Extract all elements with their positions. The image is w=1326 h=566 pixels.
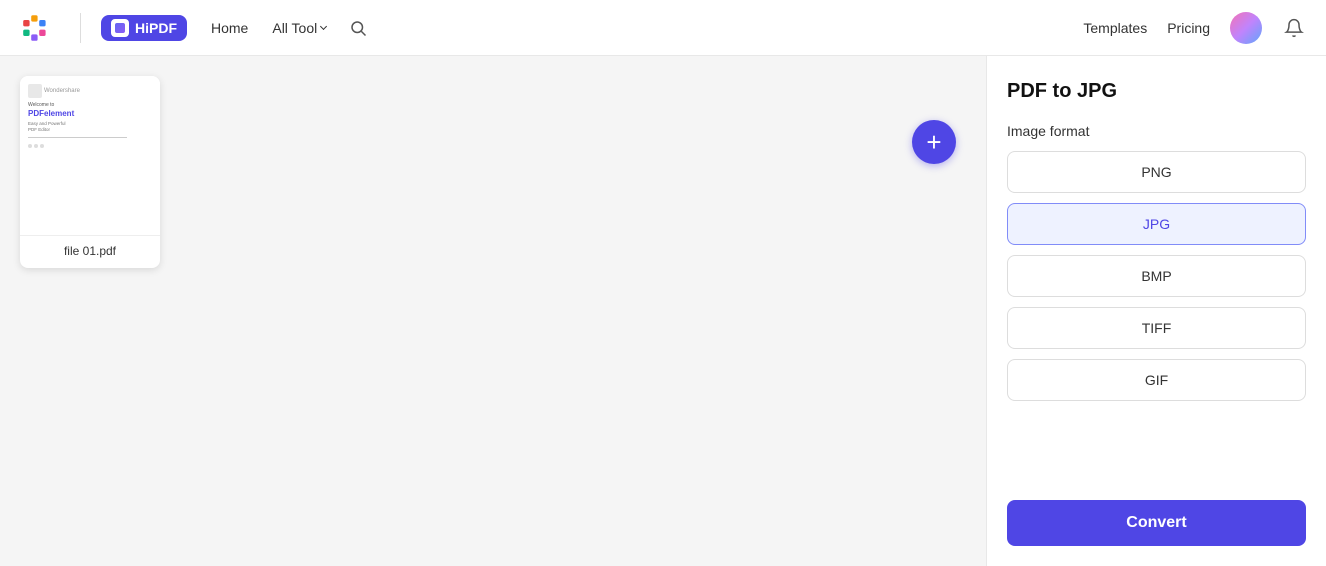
all-tool-dropdown-icon bbox=[320, 23, 327, 30]
format-png[interactable]: PNG bbox=[1007, 151, 1306, 193]
convert-button[interactable]: Convert bbox=[1007, 500, 1306, 546]
preview-logo: Wondershare bbox=[28, 84, 80, 98]
format-bmp[interactable]: BMP bbox=[1007, 255, 1306, 297]
app-header: HiPDF Home All Tool Templates Pricing bbox=[0, 0, 1326, 56]
header-divider bbox=[80, 13, 81, 43]
preview-dot bbox=[40, 144, 44, 148]
format-tiff[interactable]: TIFF bbox=[1007, 307, 1306, 349]
add-file-button[interactable]: + bbox=[912, 120, 956, 164]
panel-title: PDF to JPG bbox=[1007, 80, 1306, 103]
wondershare-logo bbox=[20, 12, 60, 44]
upload-area: Wondershare Welcome to PDFelement Easy a… bbox=[0, 56, 986, 566]
right-panel: PDF to JPG Image format PNG JPG BMP TIFF… bbox=[986, 56, 1326, 566]
preview-product: PDFelement bbox=[28, 109, 74, 118]
main-content: Wondershare Welcome to PDFelement Easy a… bbox=[0, 56, 1326, 566]
notifications-button[interactable] bbox=[1282, 16, 1306, 40]
file-preview: Wondershare Welcome to PDFelement Easy a… bbox=[20, 76, 160, 236]
preview-welcome: Welcome to bbox=[28, 102, 54, 108]
header-right: Templates Pricing bbox=[1083, 12, 1306, 44]
hipdf-badge[interactable]: HiPDF bbox=[101, 15, 187, 41]
image-format-label: Image format bbox=[1007, 123, 1306, 139]
format-options: PNG JPG BMP TIFF GIF bbox=[1007, 151, 1306, 476]
preview-line bbox=[28, 137, 127, 138]
file-name: file 01.pdf bbox=[64, 244, 116, 258]
format-gif[interactable]: GIF bbox=[1007, 359, 1306, 401]
hipdf-icon bbox=[111, 19, 129, 37]
nav-pricing[interactable]: Pricing bbox=[1167, 20, 1210, 36]
nav-all-tool[interactable]: All Tool bbox=[272, 20, 326, 36]
nav-home[interactable]: Home bbox=[211, 20, 248, 36]
preview-sub2: PDF Editor bbox=[28, 127, 50, 133]
preview-brand: Wondershare bbox=[44, 88, 80, 94]
preview-dot bbox=[34, 144, 38, 148]
file-card[interactable]: Wondershare Welcome to PDFelement Easy a… bbox=[20, 76, 160, 268]
search-button[interactable] bbox=[342, 12, 374, 44]
search-icon bbox=[349, 19, 367, 37]
hipdf-label: HiPDF bbox=[135, 20, 177, 36]
user-avatar[interactable] bbox=[1230, 12, 1262, 44]
brand-logo bbox=[20, 12, 60, 44]
preview-dots bbox=[28, 144, 44, 148]
main-nav: Home All Tool bbox=[211, 20, 326, 36]
preview-logo-icon bbox=[28, 84, 42, 98]
format-jpg[interactable]: JPG bbox=[1007, 203, 1306, 245]
preview-dot bbox=[28, 144, 32, 148]
nav-templates[interactable]: Templates bbox=[1083, 20, 1147, 36]
bell-icon bbox=[1284, 18, 1304, 38]
